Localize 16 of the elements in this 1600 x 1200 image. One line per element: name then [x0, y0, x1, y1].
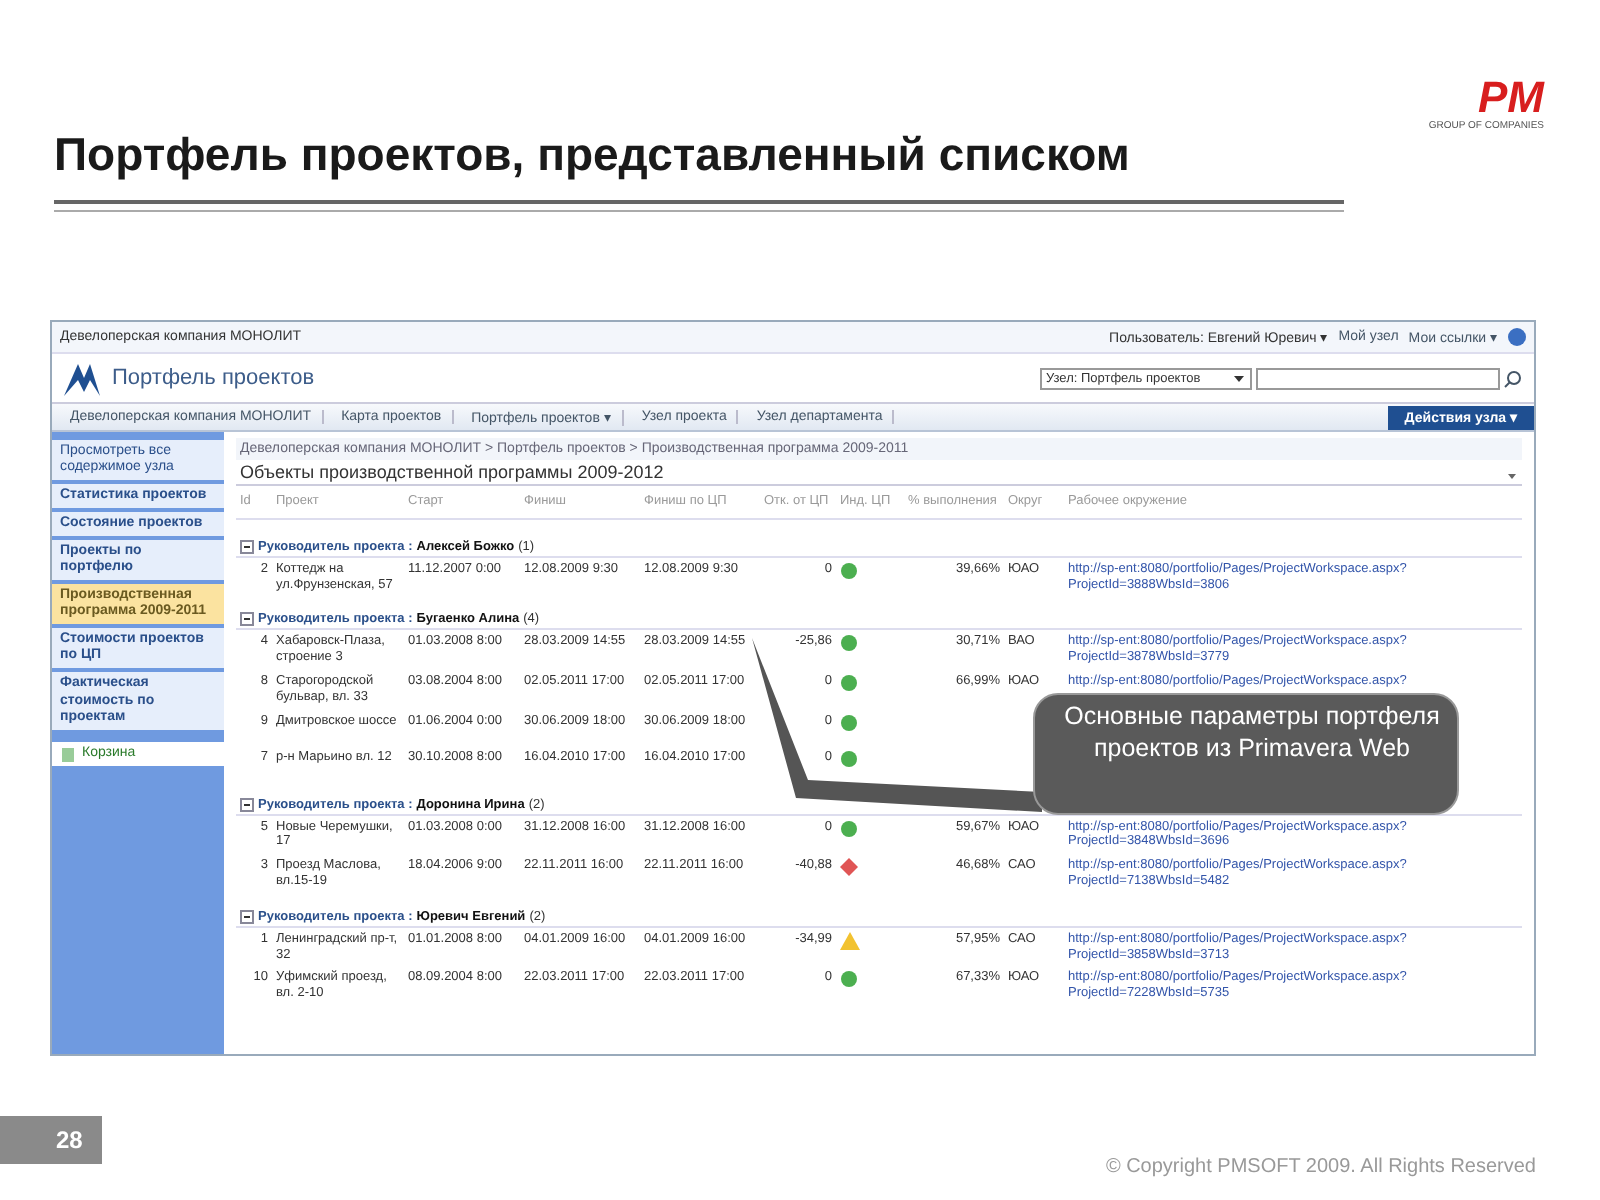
- collapse-icon[interactable]: [240, 909, 254, 924]
- search-icon[interactable]: [1504, 369, 1522, 387]
- list-title: Объекты производственной программы 2009-2012: [240, 462, 664, 482]
- collapse-icon[interactable]: [240, 612, 254, 627]
- dropdown-arrow-icon[interactable]: [1232, 371, 1246, 385]
- page-number: 28: [0, 1115, 103, 1163]
- search-field[interactable]: [1256, 367, 1500, 389]
- slide-title: Портфель проектов, представленный списком: [54, 128, 1130, 182]
- collapse-icon[interactable]: [240, 797, 254, 812]
- bin-icon: [60, 745, 76, 762]
- logo-mark: PM: [1478, 76, 1544, 120]
- site-title: Портфель проектов: [112, 366, 315, 390]
- site-logo-icon: [64, 360, 100, 396]
- callout-text: Основные параметры портфеля проектов из Primavera Web: [1062, 700, 1442, 765]
- collapse-icon[interactable]: [240, 539, 254, 554]
- copyright: © Copyright PMSOFT 2009. All Rights Reserved: [1105, 1156, 1536, 1178]
